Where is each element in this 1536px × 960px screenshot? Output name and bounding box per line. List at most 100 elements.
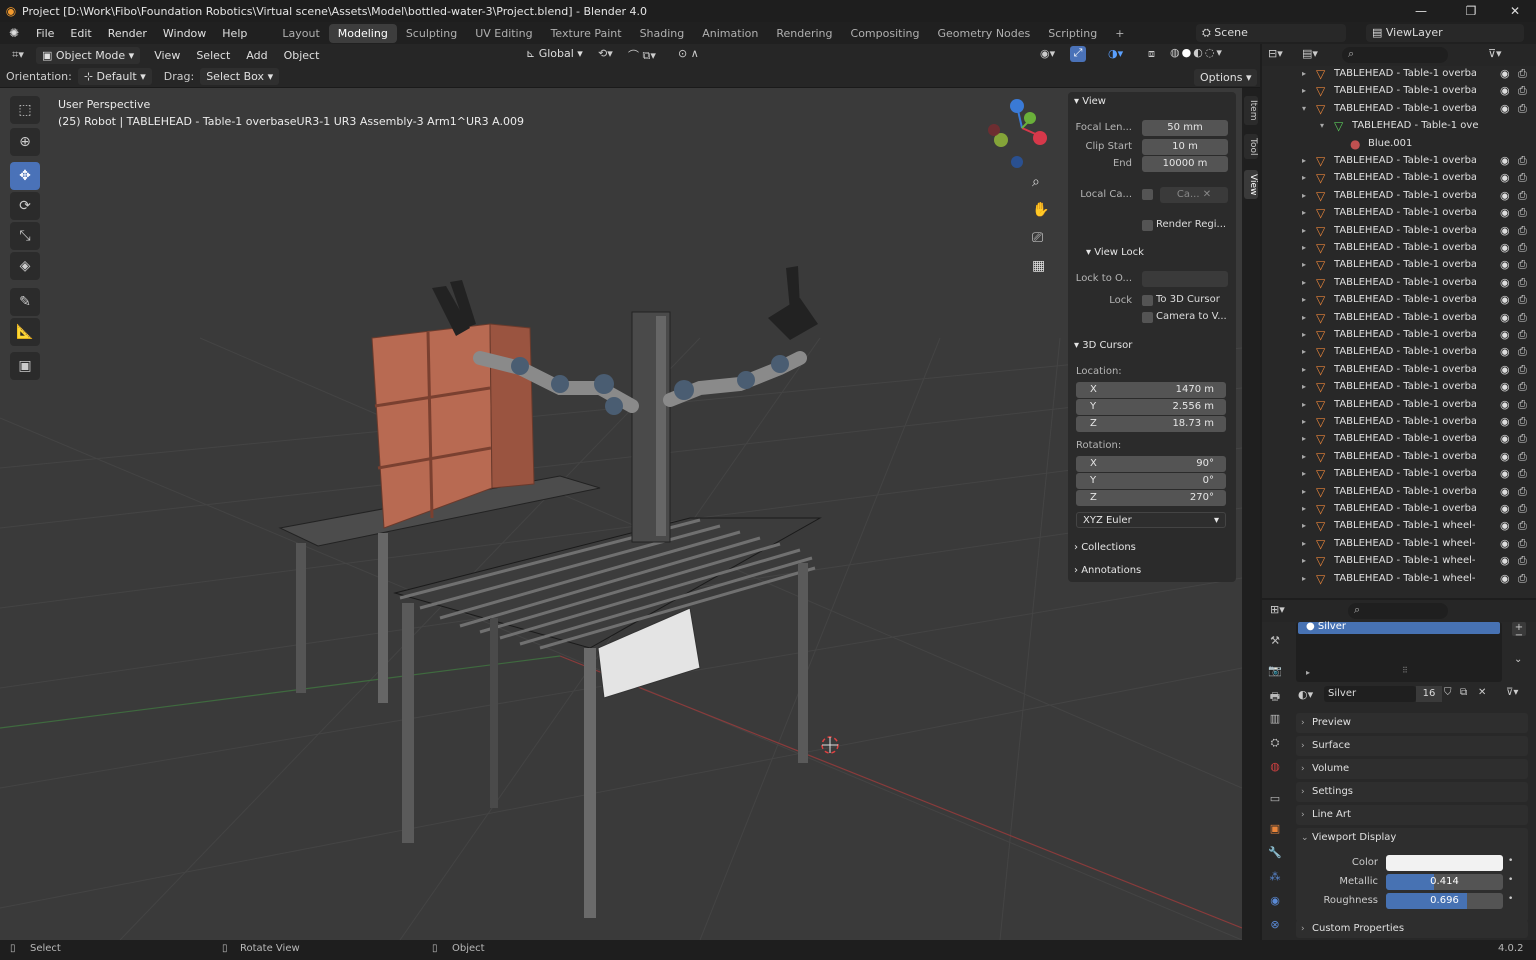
scene-props-icon[interactable]: ⛭ <box>1268 736 1282 750</box>
section-volume[interactable]: › Volume <box>1296 759 1528 779</box>
expand-toggle-icon[interactable]: ▸ <box>1302 521 1306 530</box>
scale-tool-icon[interactable]: ⤡ <box>10 222 40 250</box>
tab-animation[interactable]: Animation <box>693 24 767 43</box>
scene-selector[interactable]: ⛭ Scene <box>1196 24 1346 42</box>
rotate-tool-icon[interactable]: ⟳ <box>10 192 40 220</box>
render-camera-icon[interactable]: ⎙ <box>1518 328 1527 342</box>
roughness-keyframe-dot[interactable]: • <box>1508 894 1513 904</box>
display-mode-icon[interactable]: ▤▾ <box>1302 47 1318 60</box>
expand-toggle-icon[interactable]: ▸ <box>1302 400 1306 409</box>
viewport-color-swatch[interactable] <box>1386 855 1503 871</box>
modifier-props-icon[interactable]: 🔧 <box>1268 846 1282 860</box>
expand-toggle-icon[interactable]: ▸ <box>1302 417 1306 426</box>
snap-icon[interactable]: ⌒ ⧉▾ <box>628 47 656 63</box>
expand-toggle-icon[interactable]: ▸ <box>1302 313 1306 322</box>
cursor-location-z[interactable]: Z 18.73 m <box>1076 416 1226 432</box>
render-camera-icon[interactable]: ⎙ <box>1518 537 1527 551</box>
minimize-button[interactable]: — <box>1398 0 1444 22</box>
focal-length-field[interactable]: 50 mm <box>1142 120 1228 136</box>
menu-edit[interactable]: Edit <box>62 27 99 40</box>
outliner-row[interactable]: ▸ ▽ TABLEHEAD - Table-1 overba ◉ ⎙ <box>1262 484 1536 501</box>
eye-icon[interactable]: ◉ <box>1500 519 1510 532</box>
expand-toggle-icon[interactable]: ▸ <box>1302 330 1306 339</box>
tab-modeling[interactable]: Modeling <box>328 23 397 43</box>
cursor-tool-icon[interactable]: ⊕ <box>10 128 40 156</box>
material-slot-row[interactable]: ● Silver <box>1298 622 1500 634</box>
slot-specials-icon[interactable]: ⌄ <box>1514 654 1522 665</box>
color-keyframe-dot[interactable]: • <box>1508 856 1513 866</box>
view-layer-props-icon[interactable]: ▥ <box>1268 712 1282 726</box>
outliner-row[interactable]: ▸ ▽ TABLEHEAD - Table-1 overba ◉ ⎙ <box>1262 257 1536 274</box>
outliner-row[interactable]: ▸ ▽ TABLEHEAD - Table-1 wheel- ◉ ⎙ <box>1262 571 1536 588</box>
metallic-keyframe-dot[interactable]: • <box>1508 875 1513 885</box>
outliner-row[interactable]: ▸ ▽ TABLEHEAD - Table-1 wheel- ◉ ⎙ <box>1262 536 1536 553</box>
material-name-field[interactable]: Silver <box>1324 686 1416 702</box>
lock-object-field[interactable] <box>1142 271 1228 287</box>
expand-toggle-icon[interactable]: ▸ <box>1302 574 1306 583</box>
render-camera-icon[interactable]: ⎙ <box>1518 572 1527 586</box>
section-preview[interactable]: › Preview <box>1296 713 1528 733</box>
properties-search-input[interactable]: ⌕ <box>1348 603 1448 619</box>
constraints-props-icon[interactable]: ⊗ <box>1268 918 1282 932</box>
local-camera-field[interactable]: Ca... ✕ <box>1160 187 1228 203</box>
menu-file[interactable]: File <box>28 27 62 40</box>
expand-toggle-icon[interactable]: ▸ <box>1302 347 1306 356</box>
resize-handle[interactable]: ⠿ <box>1402 666 1408 675</box>
cursor-location-x[interactable]: X 1470 m <box>1076 382 1226 398</box>
rotation-mode-dropdown[interactable]: XYZ Euler ▾ <box>1076 512 1226 528</box>
local-camera-checkbox[interactable] <box>1142 189 1153 200</box>
render-camera-icon[interactable]: ⎙ <box>1518 258 1527 272</box>
expand-toggle-icon[interactable]: ▸ <box>1302 556 1306 565</box>
outliner-row[interactable]: ▸ ▽ TABLEHEAD - Table-1 overba ◉ ⎙ <box>1262 310 1536 327</box>
properties-editor-icon[interactable]: ⊞▾ <box>1270 603 1285 616</box>
render-camera-icon[interactable]: ⎙ <box>1518 415 1527 429</box>
expand-toggle-icon[interactable]: ▸ <box>1302 69 1306 78</box>
eye-icon[interactable]: ◉ <box>1500 380 1510 393</box>
options-dropdown[interactable]: Options ▾ <box>1194 69 1258 86</box>
output-props-icon[interactable]: 🖶 <box>1268 688 1282 703</box>
render-camera-icon[interactable]: ⎙ <box>1518 276 1527 290</box>
expand-toggle-icon[interactable]: ▸ <box>1302 173 1306 182</box>
cursor-rotation-y[interactable]: Y 0° <box>1076 473 1226 489</box>
expand-toggle-icon[interactable]: ▸ <box>1302 243 1306 252</box>
outliner-row[interactable]: ▸ ▽ TABLEHEAD - Table-1 overba ◉ ⎙ <box>1262 362 1536 379</box>
render-camera-icon[interactable]: ⎙ <box>1518 154 1527 168</box>
outliner-row[interactable]: ▸ ▽ TABLEHEAD - Table-1 overba ◉ ⎙ <box>1262 397 1536 414</box>
render-camera-icon[interactable]: ⎙ <box>1518 432 1527 446</box>
eye-icon[interactable]: ◉ <box>1500 467 1510 480</box>
render-camera-icon[interactable]: ⎙ <box>1518 485 1527 499</box>
expand-toggle-icon[interactable]: ▾ <box>1320 121 1324 130</box>
material-filter-icon[interactable]: ⊽▾ <box>1506 687 1518 698</box>
expand-toggle-icon[interactable]: ▸ <box>1302 382 1306 391</box>
expand-toggle-icon[interactable]: ▸ <box>1302 469 1306 478</box>
outliner-row[interactable]: ▸ ▽ TABLEHEAD - Table-1 overba ◉ ⎙ <box>1262 153 1536 170</box>
material-slot-list[interactable]: ● Silver ▸ ⠿ <box>1296 622 1502 682</box>
tab-texture-paint[interactable]: Texture Paint <box>542 24 631 43</box>
menu-view[interactable]: View <box>146 49 188 62</box>
tab-view[interactable]: View <box>1244 170 1258 200</box>
transform-tool-icon[interactable]: ◈ <box>10 252 40 280</box>
outliner-row[interactable]: ▸ ▽ TABLEHEAD - Table-1 overba ◉ ⎙ <box>1262 240 1536 257</box>
render-camera-icon[interactable]: ⎙ <box>1518 224 1527 238</box>
expand-toggle-icon[interactable]: ▸ <box>1302 434 1306 443</box>
gizmo-toggle-icon[interactable]: ⤢ <box>1070 46 1086 62</box>
outliner-row[interactable]: ▸ ▽ TABLEHEAD - Table-1 overba ◉ ⎙ <box>1262 431 1536 448</box>
physics-props-icon[interactable]: ◉ <box>1268 894 1282 908</box>
maximize-button[interactable]: ❐ <box>1448 0 1494 22</box>
eye-icon[interactable]: ◉ <box>1500 345 1510 358</box>
measure-tool-icon[interactable]: 📐 <box>10 318 40 346</box>
visibility-icon[interactable]: ◉▾ <box>1040 47 1055 60</box>
add-workspace-icon[interactable]: + <box>1106 24 1133 43</box>
eye-icon[interactable]: ◉ <box>1500 572 1510 585</box>
eye-icon[interactable]: ◉ <box>1500 432 1510 445</box>
expand-toggle-icon[interactable]: ▸ <box>1302 504 1306 513</box>
cursor-rotation-x[interactable]: X 90° <box>1076 456 1226 472</box>
render-camera-icon[interactable]: ⎙ <box>1518 311 1527 325</box>
render-camera-icon[interactable]: ⎙ <box>1518 102 1527 116</box>
navigation-gizmo[interactable] <box>988 99 1047 168</box>
lock-to-cursor-checkbox[interactable] <box>1142 295 1153 306</box>
outliner-row[interactable]: ▸ ▽ TABLEHEAD - Table-1 overba ◉ ⎙ <box>1262 223 1536 240</box>
menu-object[interactable]: Object <box>276 49 328 62</box>
eye-icon[interactable]: ◉ <box>1500 485 1510 498</box>
tab-sculpting[interactable]: Sculpting <box>397 24 466 43</box>
